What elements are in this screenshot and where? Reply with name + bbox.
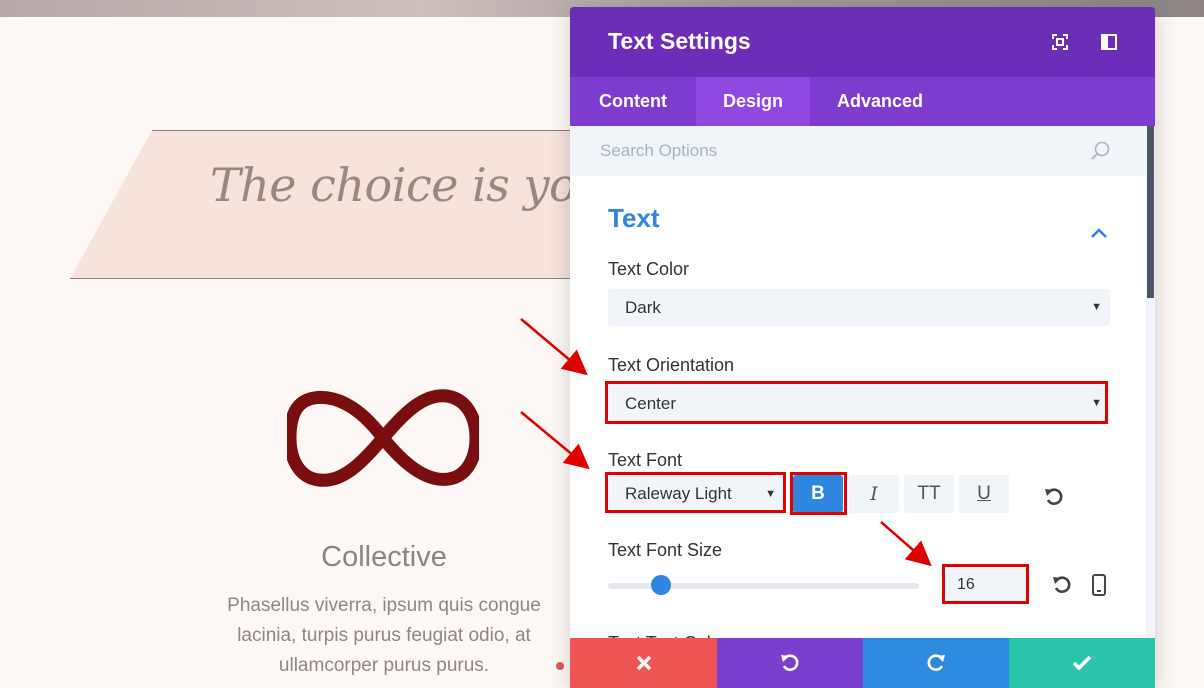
arrow-font-size <box>880 521 932 567</box>
annotation-arrows <box>520 318 932 567</box>
arrow-font <box>520 411 590 470</box>
arrow-orientation <box>520 318 588 376</box>
